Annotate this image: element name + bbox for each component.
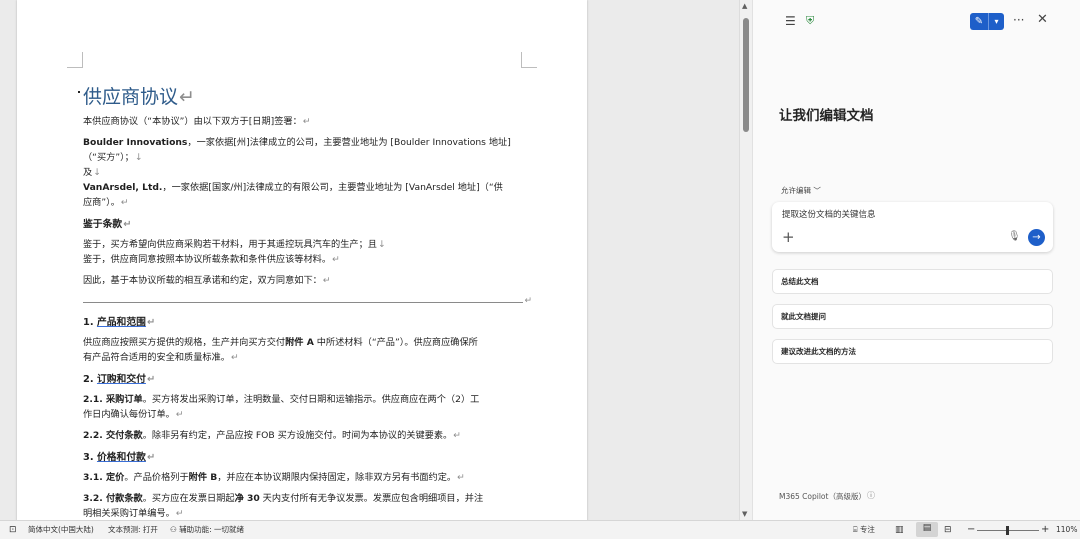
document-title: 供应商协议↵ [83, 86, 195, 108]
buyer-paragraph: Boulder Innovations，一家依据[州]法律成立的公司，主要营业地… [83, 137, 511, 148]
section-2-1-cont: 作日内确认每份订单。↵ [83, 409, 184, 420]
horizontal-rule: ↵ [83, 296, 532, 306]
scroll-down-icon[interactable]: ▼ [742, 510, 747, 518]
close-icon[interactable]: ✕ [1037, 13, 1048, 27]
new-chat-button[interactable]: ✎ ▾ [970, 13, 1004, 30]
zoom-out-button[interactable]: − [967, 524, 975, 536]
recital-2: 鉴于，供应商同意按照本协议所载条款和条件供应该等材料。↵ [83, 254, 340, 265]
read-mode-view-icon[interactable]: ▥ [895, 524, 904, 536]
buyer-paragraph-cont: （“买方”）；↓ [83, 152, 143, 163]
crop-mark-top-right [521, 52, 537, 68]
section-2-1: 2.1. 采购订单。买方将发出采购订单，注明数量、交付日期和运输指示。供应商应在… [83, 394, 480, 405]
section-1-paragraph: 供应商应按照买方提供的规格，生产并向买方交付附件 A 中所述材料（“产品”）。供… [83, 337, 478, 348]
menu-icon[interactable]: ☰ [785, 14, 796, 28]
accessibility-status[interactable]: ⚇ 辅助功能: 一切就绪 [170, 524, 244, 536]
recitals-heading: 鉴于条款↵ [83, 219, 132, 230]
page-count-icon[interactable]: ⊡ [9, 524, 17, 536]
vertical-scrollbar[interactable]: ▲ ▼ [739, 0, 752, 520]
more-icon[interactable]: ··· [1013, 13, 1024, 27]
zoom-slider-thumb[interactable] [1006, 526, 1009, 535]
web-layout-view-icon[interactable]: ⊟ [944, 524, 952, 536]
send-button[interactable]: → [1028, 229, 1045, 246]
scrollbar-thumb[interactable] [743, 18, 749, 132]
suggestion-summarize[interactable]: 总结此文档 [772, 269, 1053, 294]
compose-icon[interactable]: ✎ [970, 13, 989, 30]
scroll-up-icon[interactable]: ▲ [742, 2, 747, 10]
section-2-2: 2.2. 交付条款。除非另有约定，产品应按 FOB 买方设施交付。时间为本协议的… [83, 430, 461, 441]
document-canvas[interactable]: 供应商协议↵ 本供应商协议（“本协议”）由以下双方于[日期]签署：↵ Bould… [0, 0, 752, 520]
and-line: 及↓ [83, 167, 101, 178]
zoom-level[interactable]: 110% [1056, 524, 1077, 536]
section-3-2: 3.2. 付款条款。买方应在发票日期起净 30 天内支付所有无争议发票。发票应包… [83, 493, 484, 504]
focus-mode-button[interactable]: ⌸ 专注 [853, 524, 875, 536]
crop-mark-top-left [67, 52, 83, 68]
therefore-paragraph: 因此，基于本协议所载的相互承诺和约定，双方同意如下：↵ [83, 275, 331, 286]
section-3-2-cont: 明相关采购订单编号。↵ [83, 508, 184, 519]
seller-paragraph: VanArsdel, Ltd.，一家依据[国家/州]法律成立的有限公司，主要营业… [83, 182, 503, 193]
section-1-heading: 1. 产品和范围↵ [83, 317, 156, 328]
info-icon[interactable]: ⓘ [867, 490, 875, 501]
accessibility-icon: ⚇ [170, 525, 177, 534]
text-prediction-status[interactable]: 文本预测: 打开 [108, 524, 158, 536]
print-layout-view-icon[interactable]: ▤ [916, 522, 938, 537]
document-body[interactable]: 供应商协议↵ 本供应商协议（“本协议”）由以下双方于[日期]签署：↵ Bould… [83, 84, 533, 520]
section-3-1: 3.1. 定价。产品价格列于附件 B，并应在本协议期限内保持固定，除非双方另有书… [83, 472, 465, 483]
recital-1: 鉴于，买方希望向供应商采购若干材料，用于其遥控玩具汽车的生产；且↓ [83, 239, 386, 250]
focus-icon: ⌸ [853, 525, 858, 534]
allow-edit-dropdown[interactable]: 允许编辑 ﹀ [781, 185, 821, 196]
prompt-text[interactable]: 提取这份文档的关键信息 [782, 208, 876, 220]
copilot-panel: ☰ ⛨ ✎ ▾ ··· ✕ 让我们编辑文档 允许编辑 ﹀ 提取这份文档的关键信息… [752, 0, 1080, 520]
section-3-heading: 3. 价格和付款↵ [83, 452, 156, 463]
zoom-in-button[interactable]: + [1041, 524, 1049, 536]
status-bar: ⊡ 简体中文(中国大陆) 文本预测: 打开 ⚇ 辅助功能: 一切就绪 ⌸ 专注 … [0, 520, 1080, 539]
document-page[interactable]: 供应商协议↵ 本供应商协议（“本协议”）由以下双方于[日期]签署：↵ Bould… [17, 0, 587, 520]
chevron-down-icon[interactable]: ▾ [989, 13, 1004, 30]
microphone-icon[interactable]: 🎙 [1008, 231, 1021, 242]
language-status[interactable]: 简体中文(中国大陆) [28, 524, 94, 536]
seller-paragraph-cont: 应商”）。↵ [83, 197, 129, 208]
section-2-heading: 2. 订购和交付↵ [83, 374, 156, 385]
suggestion-improve[interactable]: 建议改进此文档的方法 [772, 339, 1053, 364]
intro-paragraph: 本供应商协议（“本协议”）由以下双方于[日期]签署：↵ [83, 116, 311, 127]
section-1-paragraph-cont: 有产品符合适用的安全和质量标准。↵ [83, 352, 239, 363]
model-label: M365 Copilot（高级版） [779, 492, 866, 501]
plus-icon[interactable]: + [782, 229, 795, 245]
suggestion-ask-question[interactable]: 就此文档提问 [772, 304, 1053, 329]
anchor-mark [78, 91, 80, 93]
shield-check-icon: ⛨ [806, 14, 815, 27]
prompt-input[interactable]: 提取这份文档的关键信息 + 🎙 → [772, 202, 1053, 252]
panel-title: 让我们编辑文档 [779, 108, 874, 124]
